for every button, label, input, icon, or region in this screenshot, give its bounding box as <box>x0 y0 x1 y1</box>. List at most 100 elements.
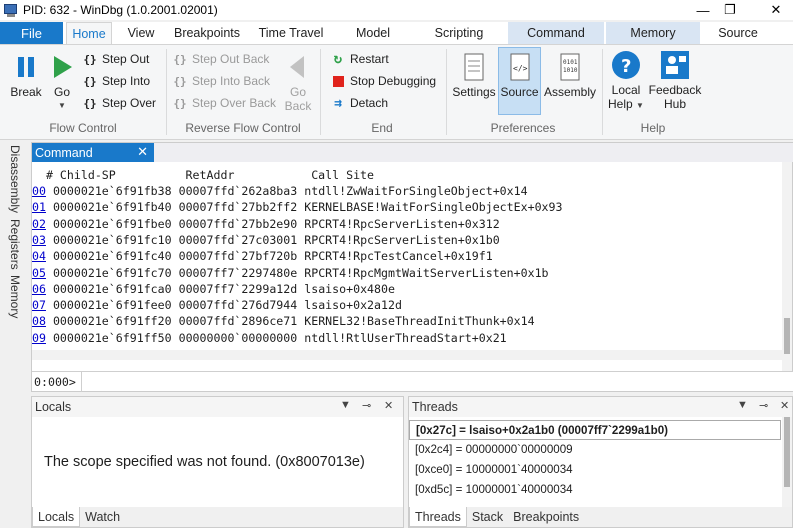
step-into-back-label: Step Into Back <box>192 74 271 88</box>
step-over-label: Step Over <box>102 96 157 110</box>
frame-number-link[interactable]: 07 <box>32 298 46 312</box>
dropdown-icon[interactable]: ▼ <box>340 399 351 411</box>
ribbon-home: Break Go ▼ {} Step Out {} Step Into {} S… <box>0 44 793 140</box>
file-tab[interactable]: File <box>0 22 63 44</box>
pin-icon[interactable]: ⊸ <box>759 399 768 412</box>
step-into-label: Step Into <box>102 74 151 88</box>
stack-frame-row: 03 0000021e`6f91fc10 00007ffd`27c03001 R… <box>32 232 500 248</box>
tab-source[interactable]: Source <box>704 22 772 44</box>
tab-view[interactable]: View <box>118 22 164 44</box>
tab-memory[interactable]: Memory <box>606 22 700 44</box>
go-back-label-1: Go <box>289 85 306 99</box>
thread-row-current[interactable]: [0x27c] = lsaiso+0x2a1b0 (00007ff7`2299a… <box>409 420 781 440</box>
command-output: # Child-SP RetAddr Call Site 00 0000021e… <box>32 165 784 350</box>
side-tab-strip: Disassembly Registers Memory <box>0 141 30 528</box>
frame-details: 0000021e`6f91ff20 00007ffd`2896ce71 KERN… <box>45 314 535 329</box>
settings-document-icon <box>458 51 490 83</box>
command-input[interactable] <box>82 372 793 391</box>
group-label-help: Help <box>640 121 666 135</box>
tab-threads[interactable]: Threads <box>409 507 467 527</box>
tab-time-travel[interactable]: Time Travel <box>252 22 330 44</box>
step-out-back-button[interactable]: {} Step Out Back <box>172 49 269 69</box>
locals-title: Locals <box>35 400 72 414</box>
back-arrow-icon <box>282 51 314 83</box>
close-icon[interactable]: ✕ <box>137 144 148 160</box>
frame-number-link[interactable]: 09 <box>32 331 46 345</box>
step-into-button[interactable]: {} Step Into <box>82 71 150 91</box>
feedback-hub-button[interactable]: Feedback Hub <box>648 49 702 111</box>
feedback-label-2: Hub <box>663 97 686 111</box>
restart-button[interactable]: ↻ Restart <box>330 49 389 69</box>
horizontal-scrollbar[interactable] <box>32 350 784 360</box>
source-mode-button[interactable]: </> Source <box>498 47 541 115</box>
detach-icon: ⇉ <box>334 95 342 111</box>
stack-frame-row: 05 0000021e`6f91fc70 00007ff7`2297480e R… <box>32 265 549 281</box>
tab-breakpoints-pane[interactable]: Breakpoints <box>508 507 584 527</box>
frame-number-link[interactable]: 04 <box>32 249 46 263</box>
thread-row[interactable]: [0xd5c] = 10000001`40000034 <box>415 480 573 500</box>
side-tab-registers[interactable]: Registers <box>8 219 22 270</box>
assembly-mode-button[interactable]: 0101 1010 Assembly <box>543 51 597 99</box>
vertical-scrollbar[interactable] <box>782 162 792 372</box>
thread-row[interactable]: [0xce0] = 10000001`40000034 <box>415 460 573 480</box>
pin-icon[interactable]: ⊸ <box>362 399 371 412</box>
tab-watch[interactable]: Watch <box>80 507 125 527</box>
step-over-button[interactable]: {} Step Over <box>82 93 156 113</box>
frame-details: 0000021e`6f91fc40 00007ffd`27bf720b RPCR… <box>45 249 493 264</box>
stack-header: # Child-SP RetAddr Call Site <box>32 168 375 182</box>
chevron-down-icon: ▼ <box>636 101 644 110</box>
step-out-back-label: Step Out Back <box>192 52 270 66</box>
restart-label: Restart <box>350 52 389 66</box>
threads-scrollbar[interactable] <box>782 417 792 507</box>
threads-pane-header: Threads ▼ ⊸ ✕ <box>409 397 792 417</box>
scrollbar-thumb[interactable] <box>784 417 790 487</box>
break-label: Break <box>10 85 42 99</box>
title-bar: PID: 632 - WinDbg (1.0.2001.02001) — ❐ ✕ <box>0 0 793 20</box>
scrollbar-thumb[interactable] <box>784 318 790 354</box>
go-back-button[interactable]: Go Back <box>282 51 314 113</box>
frame-number-link[interactable]: 01 <box>32 200 46 214</box>
tab-home[interactable]: Home <box>66 22 112 44</box>
svg-text:</>: </> <box>513 64 528 73</box>
step-out-button[interactable]: {} Step Out <box>82 49 149 69</box>
tab-model[interactable]: Model <box>336 22 410 44</box>
frame-details: 0000021e`6f91fb38 00007ffd`262a8ba3 ntdl… <box>45 184 528 198</box>
frame-number-link[interactable]: 03 <box>32 233 46 247</box>
close-window-button[interactable]: ✕ <box>753 0 793 20</box>
step-over-back-button[interactable]: {} Step Over Back <box>172 93 276 113</box>
dropdown-icon[interactable]: ▼ <box>737 399 748 411</box>
tab-scripting[interactable]: Scripting <box>416 22 502 44</box>
assembly-binary-icon: 0101 1010 <box>554 51 586 83</box>
tab-command[interactable]: Command <box>508 22 604 44</box>
break-button[interactable]: Break <box>6 51 46 99</box>
thread-row[interactable]: [0x2c4] = 00000000`00000009 <box>415 440 573 460</box>
locals-message: The scope specified was not found. (0x80… <box>44 454 365 470</box>
tab-locals[interactable]: Locals <box>32 507 81 527</box>
step-into-back-button[interactable]: {} Step Into Back <box>172 71 270 91</box>
tab-stack[interactable]: Stack <box>467 507 508 527</box>
local-help-button[interactable]: ? Local Help ▼ <box>606 49 646 113</box>
go-label: Go <box>53 85 70 99</box>
frame-number-link[interactable]: 02 <box>32 217 46 231</box>
step-into-icon: {} <box>83 74 97 88</box>
go-button[interactable]: Go ▼ <box>48 51 76 113</box>
frame-number-link[interactable]: 06 <box>32 282 46 296</box>
side-tab-disassembly[interactable]: Disassembly <box>8 145 22 213</box>
tab-breakpoints[interactable]: Breakpoints <box>168 22 246 44</box>
close-icon[interactable]: ✕ <box>384 399 393 412</box>
threads-pane: Threads ▼ ⊸ ✕ [0x27c] = lsaiso+0x2a1b0 (… <box>408 396 793 528</box>
close-icon[interactable]: ✕ <box>780 399 789 412</box>
stack-frame-row: 04 0000021e`6f91fc40 00007ffd`27bf720b R… <box>32 248 493 264</box>
frame-number-link[interactable]: 05 <box>32 266 46 280</box>
stop-debugging-button[interactable]: Stop Debugging <box>330 71 436 91</box>
command-tab-label: Command <box>35 145 93 160</box>
side-tab-memory[interactable]: Memory <box>8 275 22 318</box>
frame-details: 0000021e`6f91fb40 00007ffd`27bb2ff2 KERN… <box>45 200 563 215</box>
frame-number-link[interactable]: 00 <box>32 184 46 198</box>
detach-button[interactable]: ⇉ Detach <box>330 93 388 113</box>
window-title: PID: 632 - WinDbg (1.0.2001.02001) <box>23 3 218 17</box>
frame-number-link[interactable]: 08 <box>32 314 46 328</box>
command-tab[interactable]: Command ✕ <box>32 143 154 162</box>
settings-button[interactable]: Settings <box>452 51 496 99</box>
maximize-button[interactable]: ❐ <box>707 0 753 20</box>
